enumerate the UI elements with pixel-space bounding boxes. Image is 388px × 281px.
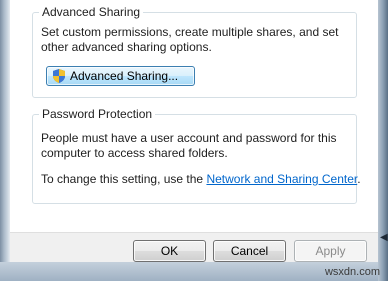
uac-shield-icon: [53, 69, 65, 83]
change-setting-suffix: .: [357, 172, 361, 186]
cancel-button[interactable]: Cancel: [213, 240, 286, 262]
password-change-instructions: To change this setting, use the Network …: [41, 172, 361, 187]
password-protection-title: Password Protection: [39, 107, 156, 121]
advanced-sharing-title: Advanced Sharing: [39, 5, 144, 19]
caret-left-icon: ◀: [380, 232, 388, 243]
advanced-sharing-description: Set custom permissions, create multiple …: [41, 25, 339, 54]
ok-button[interactable]: OK: [133, 240, 206, 262]
apply-button[interactable]: Apply: [294, 240, 367, 262]
watermark-text: wsxdn.com: [324, 266, 380, 278]
password-protection-description: People must have a user account and pass…: [41, 131, 337, 160]
change-setting-prefix: To change this setting, use the: [41, 172, 207, 186]
advanced-sharing-button[interactable]: Advanced Sharing...: [46, 66, 195, 86]
advanced-sharing-button-label: Advanced Sharing...: [70, 69, 179, 83]
sharing-tab-panel: Advanced Sharing Set custom permissions,…: [10, 0, 378, 232]
window-frame-left: [0, 0, 10, 281]
network-sharing-center-link[interactable]: Network and Sharing Center: [206, 172, 357, 186]
properties-dialog: Advanced Sharing Set custom permissions,…: [0, 0, 388, 281]
